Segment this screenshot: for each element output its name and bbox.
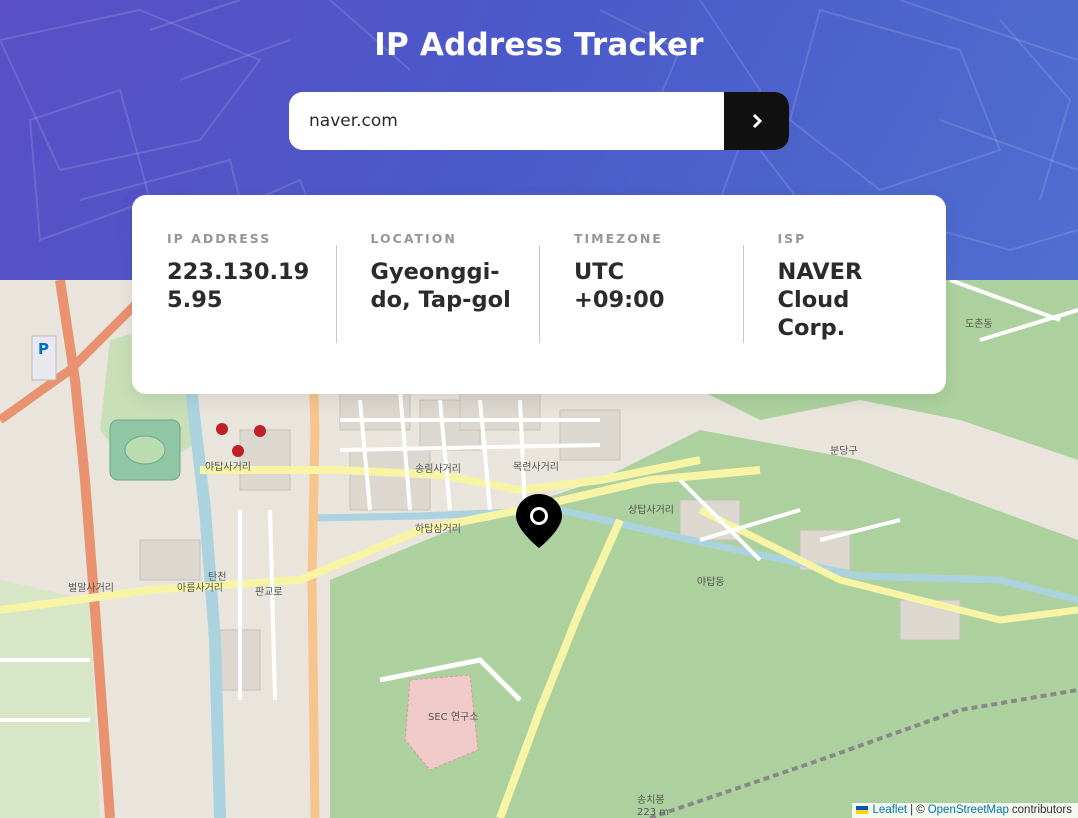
search-bar xyxy=(289,92,789,150)
map-label: 벌말사거리 xyxy=(68,582,114,594)
openstreetmap-link[interactable]: OpenStreetMap xyxy=(928,804,1009,816)
info-timezone: TIMEZONE UTC +09:00 xyxy=(539,195,743,394)
map-label: 아름사거리 xyxy=(177,582,223,594)
info-location: LOCATION Gyeonggi-do, Tap-gol xyxy=(335,195,540,394)
ukraine-flag-icon xyxy=(855,806,868,814)
info-ip: IP ADDRESS 223.130.195.95 xyxy=(132,195,336,394)
map-label: 판교로 xyxy=(255,586,283,598)
map-label: 야탑동 xyxy=(697,576,725,588)
attribution-contributors: contributors xyxy=(1011,804,1072,816)
map-label: 탄천 xyxy=(208,571,226,583)
chevron-right-icon xyxy=(752,113,762,129)
search-submit-button[interactable] xyxy=(724,92,789,150)
location-value: Gyeonggi-do, Tap-gol xyxy=(370,259,511,313)
info-card: IP ADDRESS 223.130.195.95 LOCATION Gyeon… xyxy=(132,195,946,394)
map-label: 도촌동 xyxy=(965,318,993,330)
map-label: 송치봉 xyxy=(637,794,665,806)
map-pin-icon[interactable] xyxy=(515,493,563,553)
isp-value: NAVER Cloud Corp. xyxy=(777,259,863,341)
map-label: 야탑사거리 xyxy=(205,461,251,473)
leaflet-link[interactable]: Leaflet xyxy=(873,804,908,816)
search-input[interactable] xyxy=(289,92,724,150)
ip-address-value: 223.130.195.95 xyxy=(167,259,310,313)
map-label: 목련사거리 xyxy=(513,461,559,473)
info-isp: ISP NAVER Cloud Corp. xyxy=(742,195,947,394)
info-label: IP ADDRESS xyxy=(167,231,272,246)
info-label: TIMEZONE xyxy=(574,231,663,246)
map-label: SEC 연구소 xyxy=(428,711,478,723)
map-attribution: Leaflet | © OpenStreetMap contributors xyxy=(851,803,1078,818)
page-title: IP Address Tracker xyxy=(374,27,704,63)
timezone-value: UTC +09:00 xyxy=(574,259,665,313)
map-label: 상탑사거리 xyxy=(628,504,674,516)
info-label: LOCATION xyxy=(370,231,457,246)
map-label: 송림사거리 xyxy=(415,463,461,475)
map-label: 하탑삼거리 xyxy=(415,522,461,535)
map-label: 분당구 xyxy=(830,445,858,457)
svg-text:P: P xyxy=(38,340,49,358)
info-label: ISP xyxy=(777,231,807,246)
attribution-separator: | © xyxy=(910,804,925,816)
map-label: 223 m xyxy=(637,807,669,818)
